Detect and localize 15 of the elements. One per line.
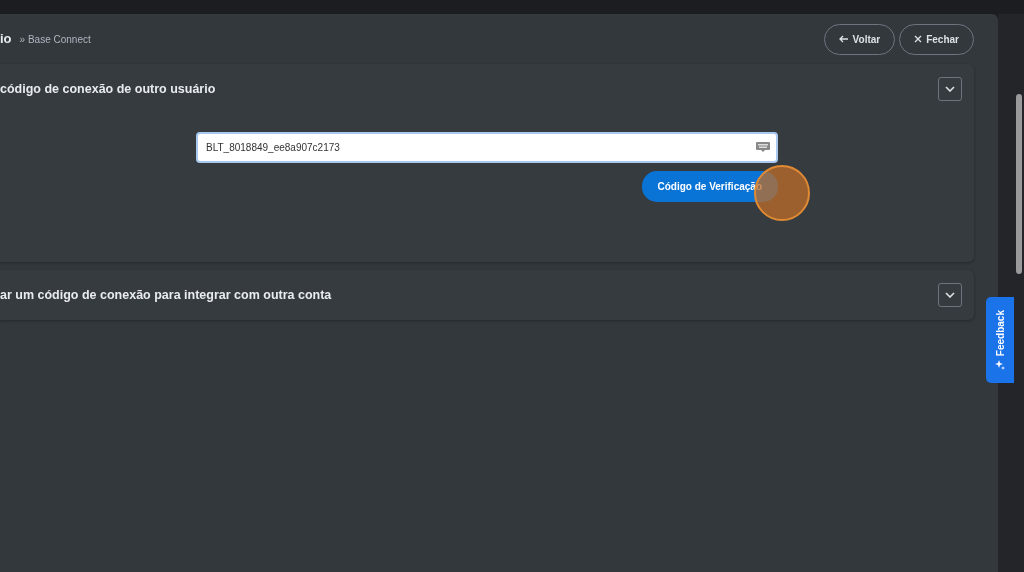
back-arrow-icon — [838, 35, 849, 43]
close-icon — [914, 35, 923, 43]
feedback-tab[interactable]: Feedback — [986, 297, 1014, 383]
scrollbar-thumb[interactable] — [1016, 94, 1022, 274]
section-title: código de conexão de outro usuário — [0, 80, 216, 98]
chevron-down-icon — [945, 292, 955, 298]
chevron-down-icon — [945, 86, 955, 92]
expand-toggle[interactable] — [938, 283, 962, 307]
page-title: io — [0, 30, 12, 49]
breadcrumb: » Base Connect — [19, 32, 91, 47]
sparkle-icon — [995, 360, 1005, 371]
keyboard-icon — [756, 142, 770, 152]
section-title: ar um código de conexão para integrar com outra conta — [0, 286, 332, 304]
code-input-field[interactable]: BLT_8018849_ee8a907c2173 — [196, 132, 778, 163]
expand-toggle[interactable] — [938, 77, 962, 101]
